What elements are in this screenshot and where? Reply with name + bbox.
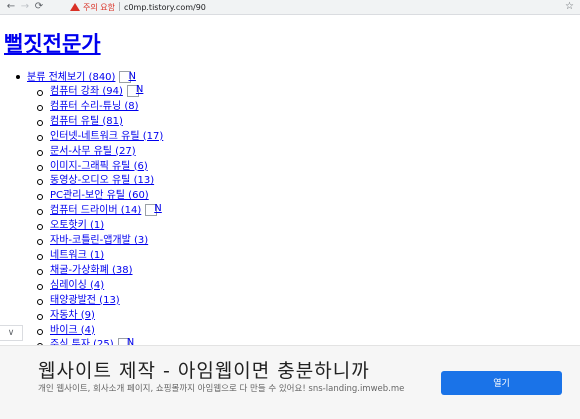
category-item: 오토핫키 (1) — [37, 219, 163, 234]
category-all-link[interactable]: 분류 전체보기 (840) — [27, 72, 115, 83]
category-link[interactable]: 바이크 (4) — [50, 325, 95, 336]
category-root: 분류 전체보기 (840) N — [16, 70, 136, 85]
category-link[interactable]: 컴퓨터 수리-튜닝 (8) — [50, 101, 139, 112]
bullet-icon — [16, 75, 20, 79]
category-item: 문서-사무 유틸 (27) — [37, 145, 163, 160]
category-item: 채굴-가상화폐 (38) — [37, 264, 163, 279]
category-link[interactable]: 심레이싱 (4) — [50, 280, 104, 291]
broken-image-icon: N — [119, 71, 136, 83]
ad-description: 개인 웹사이트, 회사소개 페이지, 쇼핑몰까지 아임웹으로 다 만들 수 있어… — [38, 384, 405, 394]
category-item: 태양광발전 (13) — [37, 294, 163, 309]
forward-arrow-icon[interactable]: → — [18, 0, 32, 14]
category-link[interactable]: 자바-코틀린-앱개발 (3) — [50, 235, 148, 246]
ad-open-button[interactable]: 열기 — [441, 371, 562, 395]
category-item: 동영상-오디오 유틸 (13) — [37, 174, 163, 189]
category-link[interactable]: 태양광발전 (13) — [50, 295, 120, 306]
category-list: 컴퓨터 강좌 (94) N 컴퓨터 수리-튜닝 (8) 컴퓨터 유틸 (81) 인터넷-… — [37, 84, 163, 368]
category-link[interactable]: 컴퓨터 강좌 (94) — [50, 86, 123, 97]
category-item: 네트워크 (1) — [37, 249, 163, 264]
category-item: 심레이싱 (4) — [37, 279, 163, 294]
category-item: 컴퓨터 수리-튜닝 (8) — [37, 100, 163, 115]
new-image-alt[interactable]: N — [136, 83, 143, 98]
category-item: 컴퓨터 강좌 (94) N — [37, 84, 163, 100]
back-arrow-icon[interactable]: ← — [4, 0, 18, 14]
category-link[interactable]: 오토핫키 (1) — [50, 220, 104, 231]
category-link[interactable]: 인터넷-네트워크 유틸 (17) — [50, 131, 163, 142]
category-link[interactable]: 이미지-그래픽 유틸 (6) — [50, 161, 148, 172]
new-image-alt[interactable]: N — [154, 202, 161, 217]
broken-image-icon: N — [126, 84, 143, 97]
ad-headline[interactable]: 웹사이트 제작 - 아임웹이면 충분하니까 — [38, 356, 370, 383]
reload-icon[interactable]: ⟳ — [32, 0, 46, 14]
category-link[interactable]: PC관리-보안 유틸 (60) — [50, 190, 149, 201]
bookmark-star-icon[interactable]: ☆ — [565, 0, 574, 14]
category-link[interactable]: 동영상-오디오 유틸 (13) — [50, 175, 154, 186]
new-image-alt[interactable]: N — [128, 69, 135, 84]
address-bar-url[interactable]: c0mp.tistory.com/90 — [124, 3, 206, 12]
category-item: 자동차 (9) — [37, 309, 163, 324]
warning-icon[interactable] — [70, 3, 80, 11]
security-warning-label[interactable]: 주의 요함 — [83, 2, 115, 13]
category-link[interactable]: 컴퓨터 드라이버 (14) — [50, 205, 141, 216]
category-item: PC관리-보안 유틸 (60) — [37, 189, 163, 204]
ad-banner[interactable]: 웹사이트 제작 - 아임웹이면 충분하니까 개인 웹사이트, 회사소개 페이지,… — [0, 345, 580, 419]
category-link[interactable]: 문서-사무 유틸 (27) — [50, 146, 136, 157]
browser-toolbar: ← → ⟳ 주의 요함 | c0mp.tistory.com/90 ☆ — [0, 0, 580, 15]
blog-title[interactable]: 뻘짓전문가 — [4, 28, 101, 58]
category-link[interactable]: 채굴-가상화폐 (38) — [50, 265, 133, 276]
category-item: 컴퓨터 드라이버 (14) N — [37, 203, 163, 219]
category-item: 자바-코틀린-앱개발 (3) — [37, 234, 163, 249]
category-item: 이미지-그래픽 유틸 (6) — [37, 160, 163, 175]
category-item: 바이크 (4) — [37, 324, 163, 339]
category-item: 인터넷-네트워크 유틸 (17) — [37, 130, 163, 145]
category-link[interactable]: 컴퓨터 유틸 (81) — [50, 116, 123, 127]
category-item: 컴퓨터 유틸 (81) — [37, 115, 163, 130]
category-link[interactable]: 자동차 (9) — [50, 310, 95, 321]
url-separator: | — [117, 2, 122, 12]
chevron-down-icon[interactable]: ∨ — [0, 325, 23, 341]
category-link[interactable]: 네트워크 (1) — [50, 250, 104, 261]
broken-image-icon: N — [145, 203, 162, 217]
